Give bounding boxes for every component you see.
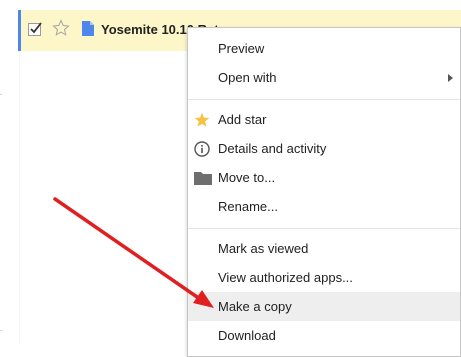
menu-item-preview[interactable]: Preview — [188, 34, 460, 63]
context-menu: Preview Open with Add star Details and a… — [187, 27, 461, 357]
menu-item-add-star[interactable]: Add star — [188, 105, 460, 134]
menu-item-label: Mark as viewed — [218, 241, 309, 256]
menu-item-label: Move to... — [218, 170, 276, 185]
menu-item-move-to[interactable]: Move to... — [188, 163, 460, 192]
menu-item-label: Rename... — [218, 199, 278, 214]
menu-item-make-copy[interactable]: Make a copy — [188, 292, 460, 321]
menu-item-label: Download — [218, 328, 276, 343]
star-outline-icon — [52, 19, 70, 36]
menu-item-label: View authorized apps... — [218, 270, 353, 285]
menu-item-label: Details and activity — [218, 141, 327, 156]
menu-item-label: Preview — [218, 41, 265, 56]
menu-item-download[interactable]: Download — [188, 321, 460, 350]
star-icon — [194, 112, 210, 127]
submenu-arrow-icon — [448, 74, 453, 82]
select-checkbox[interactable] — [28, 22, 42, 36]
menu-divider — [188, 99, 460, 100]
menu-item-open-with[interactable]: Open with — [188, 63, 460, 92]
star-toggle[interactable] — [52, 19, 70, 42]
info-icon — [194, 141, 210, 157]
menu-item-label: Add star — [218, 112, 267, 127]
menu-item-rename[interactable]: Rename... — [188, 192, 460, 221]
arrow-shaft — [53, 197, 202, 301]
menu-item-details[interactable]: Details and activity — [188, 134, 460, 163]
menu-divider — [188, 228, 460, 229]
edge-mark — [0, 330, 2, 331]
edge-mark — [0, 94, 2, 95]
folder-icon — [194, 172, 212, 185]
menu-item-mark-viewed[interactable]: Mark as viewed — [188, 234, 460, 263]
checkmark-icon — [30, 22, 42, 34]
menu-item-label: Make a copy — [218, 299, 292, 314]
document-icon — [82, 21, 94, 41]
list-divider — [19, 51, 20, 342]
menu-item-label: Open with — [218, 70, 277, 85]
menu-item-view-authorized-apps[interactable]: View authorized apps... — [188, 263, 460, 292]
